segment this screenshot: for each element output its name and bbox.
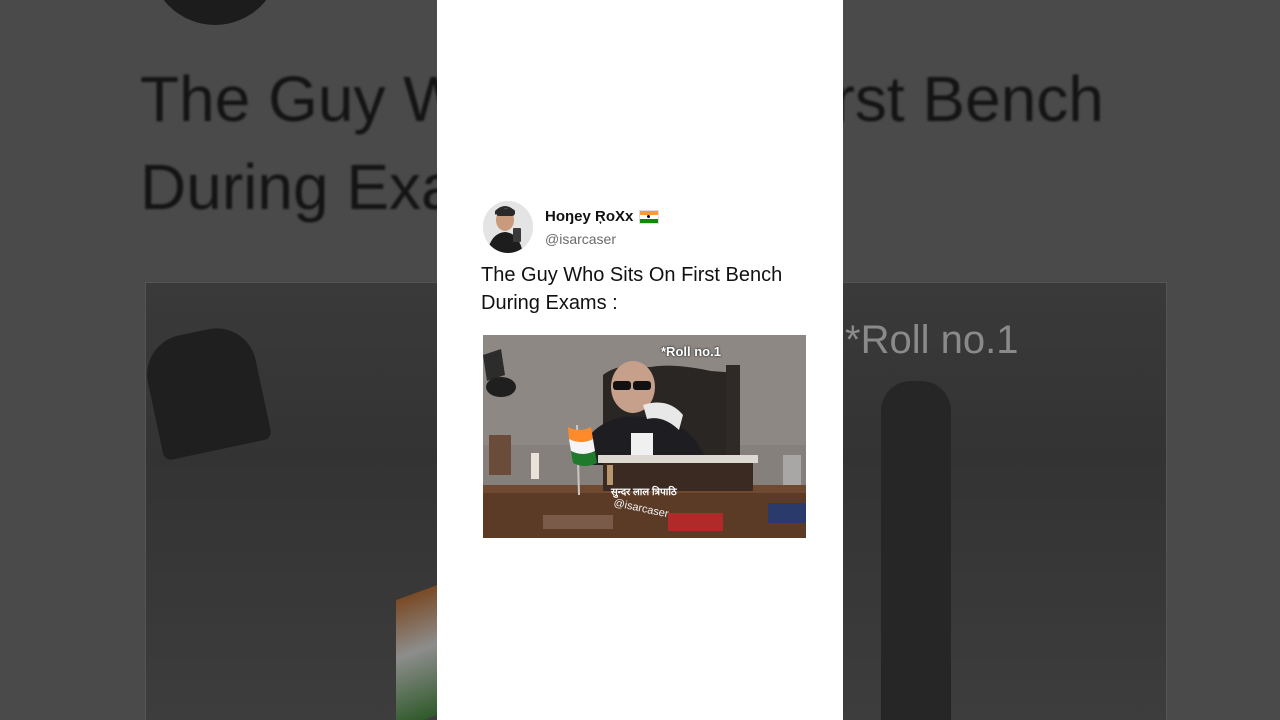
india-flag-icon [639, 210, 660, 225]
media-caption: *Roll no.1 [661, 344, 721, 359]
user-handle[interactable]: @isarcaser [545, 231, 616, 247]
avatar[interactable] [483, 201, 533, 253]
background-caption: *Roll no.1 [845, 318, 1019, 362]
media-nameplate: सुन्दर लाल त्रिपाठि [611, 487, 677, 498]
tweet-text: The Guy Who Sits On First Bench During E… [481, 261, 821, 317]
avatar-photo [483, 201, 533, 253]
background-lamp [139, 320, 273, 462]
background-chair [881, 381, 951, 720]
tweet-text-line-2: During Exams : [481, 292, 618, 314]
tweet-text-line-1: The Guy Who Sits On First Bench [481, 264, 783, 286]
background-avatar [150, 0, 280, 25]
display-name[interactable]: Hoŋey ŖoXx [545, 208, 660, 225]
display-name-text: Hoŋey ŖoXx [545, 208, 634, 225]
lamp-shade [486, 377, 516, 397]
tweet-media[interactable]: *Roll no.1 सुन्दर लाल त्रिपाठि @isarcase… [483, 335, 806, 538]
